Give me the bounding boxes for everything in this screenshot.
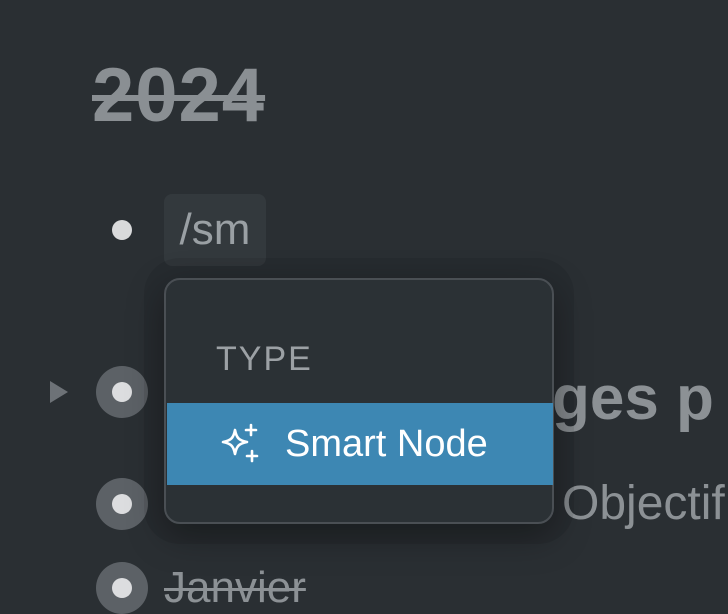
expand-toggle-icon[interactable] [50, 381, 68, 403]
menu-item-label: Smart Node [285, 423, 488, 465]
slash-command-input[interactable]: /sm [164, 194, 266, 266]
slash-command-menu: TYPE Smart Node [164, 278, 554, 524]
sparkles-icon [221, 423, 259, 463]
menu-item-smart-node[interactable]: Smart Node [167, 403, 553, 485]
objective-node-text[interactable]: Objectif [562, 480, 725, 528]
menu-section-label: TYPE [216, 340, 313, 378]
heading-node-text[interactable]: ges p [552, 368, 714, 430]
collapsed-bullet[interactable] [96, 366, 148, 418]
bullet[interactable] [112, 220, 132, 240]
page-title: 2024 [92, 53, 266, 138]
collapsed-bullet[interactable] [96, 478, 148, 530]
collapsed-bullet[interactable] [96, 562, 148, 614]
completed-node-text[interactable]: Janvier [164, 566, 306, 610]
